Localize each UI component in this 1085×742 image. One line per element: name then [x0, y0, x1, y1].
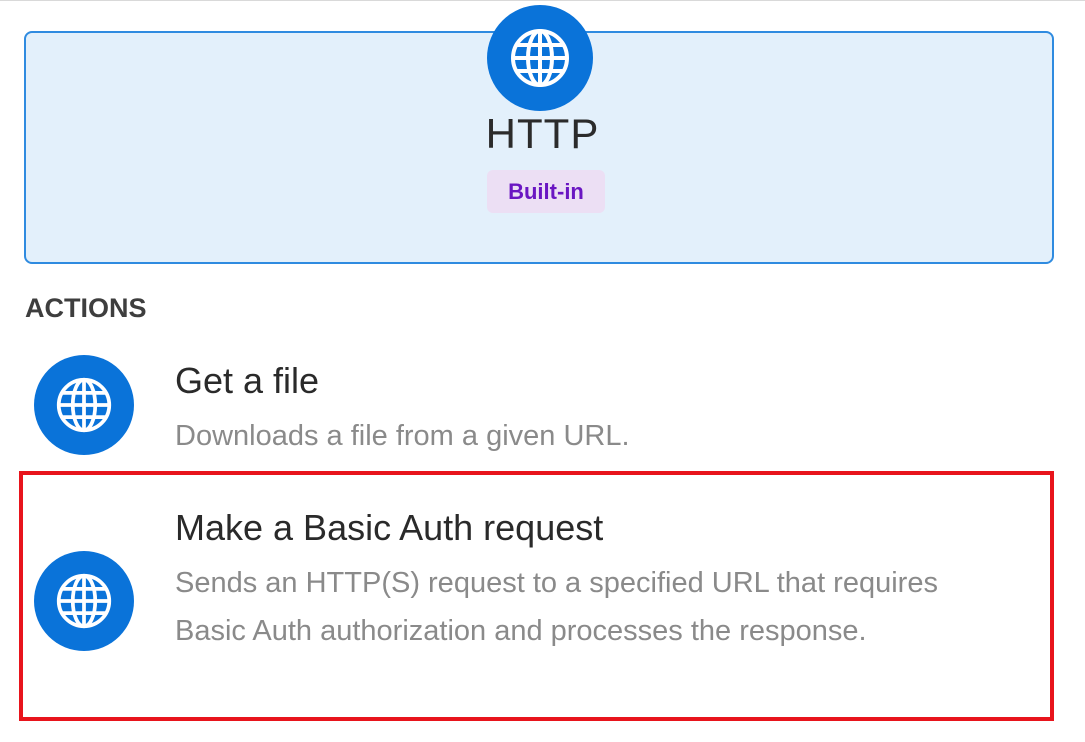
action-title: Make a Basic Auth request: [175, 507, 604, 548]
connector-title: HTTP: [485, 110, 600, 157]
globe-icon: [34, 551, 134, 651]
action-title: Get a file: [175, 360, 320, 401]
globe-icon: [34, 355, 134, 455]
action-description: Sends an HTTP(S) request to a specified …: [175, 567, 938, 647]
actions-section-heading: ACTIONS: [25, 293, 147, 323]
globe-icon: [487, 5, 593, 111]
action-description: Downloads a file from a given URL.: [175, 420, 630, 452]
top-divider: [0, 0, 1085, 1]
built-in-badge: Built-in: [487, 170, 605, 213]
